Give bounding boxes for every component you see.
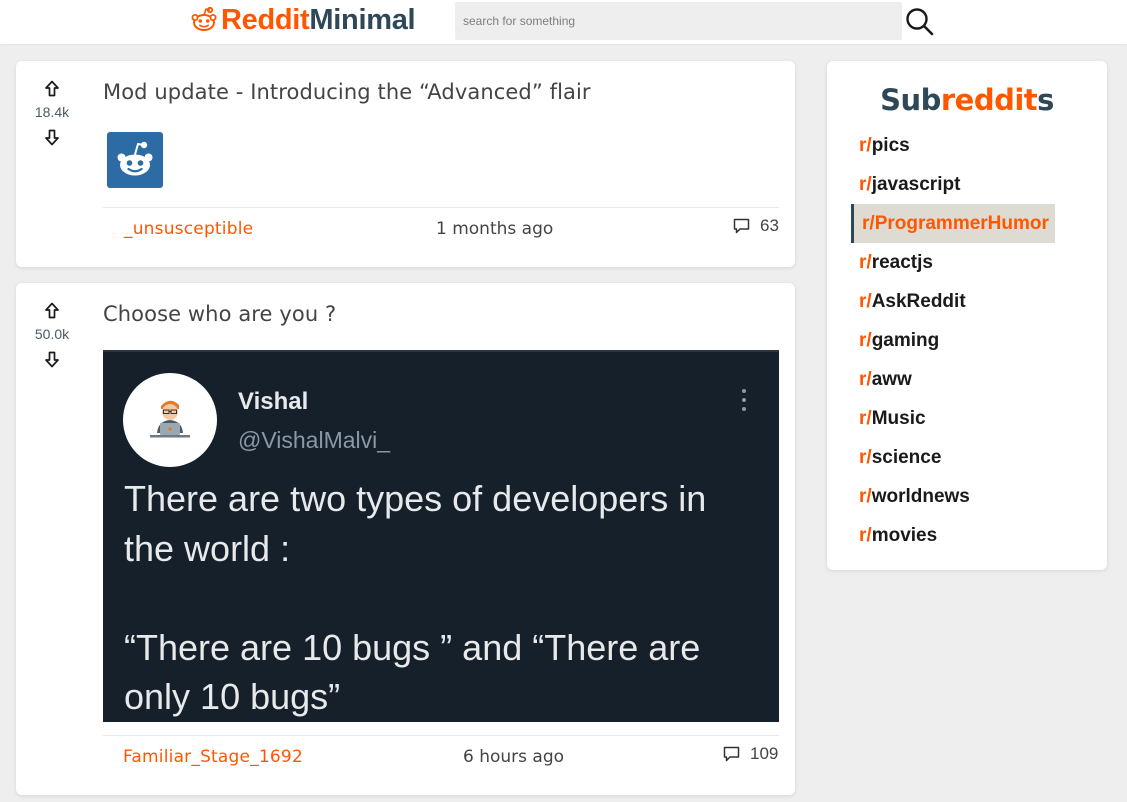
avatar [123,373,217,467]
subreddit-prefix: r/ [859,173,872,195]
subreddit-list: r/pics r/javascript r/ProgrammerHumor r/… [851,126,1055,555]
sidebar-title-part: reddit [940,83,1038,117]
tweet-line: the world : [124,527,291,569]
subreddit-name: worldnews [871,485,970,507]
post-thumbnail[interactable] [107,132,163,188]
post-divider [103,207,779,208]
subreddit-name: AskReddit [871,290,966,312]
arrow-down-icon [45,129,59,146]
post-title[interactable]: Mod update - Introducing the “Advanced” … [103,80,591,104]
subreddit-item-gaming[interactable]: r/gaming [859,321,1055,360]
sidebar-title-part: s [1037,83,1054,117]
subreddit-item-science[interactable]: r/science [859,438,1055,477]
comment-count: 63 [760,216,779,235]
post-title[interactable]: Choose who are you ? [103,302,336,326]
app-logo[interactable]: RedditMinimal [190,2,416,38]
reddit-alien-icon [117,141,153,176]
subreddit-name: ProgrammerHumor [874,212,1049,234]
subreddit-name: Music [871,407,926,429]
subreddit-prefix: r/ [859,446,872,468]
vote-count: 50.0k [34,326,70,342]
subreddit-name: gaming [871,329,940,351]
more-vertical-icon [740,389,748,417]
comments-button[interactable]: 63 [733,216,779,236]
post-author[interactable]: Familiar_Stage_1692 [123,747,303,767]
post-author[interactable]: _unsusceptible [124,219,253,239]
subreddit-item-askreddit[interactable]: r/AskReddit [859,282,1055,321]
post-time: 6 hours ago [463,747,565,767]
tweet-text: There are two types of developers in the… [124,474,764,722]
search-icon [906,8,934,36]
sidebar-title-part: Sub [880,83,941,117]
tweet-line: There are two types of developers in [124,478,707,519]
post-image[interactable]: Vishal @VishalMalvi_ There are two types… [103,350,779,722]
subreddit-item-movies[interactable]: r/movies [859,516,1055,555]
post-time: 1 months ago [436,219,554,239]
downvote-button[interactable] [41,126,63,148]
comment-count: 109 [750,744,779,763]
subreddit-item-javascript[interactable]: r/javascript [859,165,1055,204]
arrow-up-icon [45,80,59,97]
vote-count: 18.4k [34,104,70,120]
subreddit-item-aww[interactable]: r/aww [859,360,1055,399]
subreddit-item-music[interactable]: r/Music [859,399,1055,438]
upvote-button[interactable] [41,300,63,322]
subreddit-item-worldnews[interactable]: r/worldnews [859,477,1055,516]
arrow-up-icon [45,302,59,319]
subreddit-prefix: r/ [859,485,872,507]
post-divider [103,735,779,736]
comment-bubble-icon [733,218,750,234]
tweet-author-name: Vishal [238,388,309,415]
tweet-author-handle: @VishalMalvi_ [238,427,391,453]
comment-bubble-icon [723,746,740,762]
subreddit-prefix: r/ [859,134,872,156]
logo-part-reddit: Reddit [221,3,310,36]
post-card: 18.4k Mod update - Introducing the “Adva… [16,61,795,267]
subreddit-name: javascript [871,173,961,195]
comments-button[interactable]: 109 [723,744,778,764]
arrow-down-icon [45,351,59,368]
search-button[interactable] [902,4,936,38]
subreddit-prefix: r/ [859,368,872,390]
subreddit-name: movies [871,524,938,546]
developer-avatar-icon [150,400,190,438]
app-title: RedditMinimal [221,3,416,37]
subreddit-item-pics[interactable]: r/pics [859,126,1055,165]
subreddit-prefix: r/ [862,212,875,234]
subreddit-prefix: r/ [859,407,872,429]
subreddit-name: reactjs [871,251,933,273]
subreddit-prefix: r/ [859,524,872,546]
vote-column: 18.4k [16,78,88,148]
search-input[interactable] [455,2,902,40]
vote-column: 50.0k [16,300,88,370]
logo-part-minimal: Minimal [309,3,416,36]
subreddit-name: aww [871,368,912,390]
subreddit-prefix: r/ [859,290,872,312]
subreddit-item-reactjs[interactable]: r/reactjs [859,243,1055,282]
subreddit-prefix: r/ [859,329,872,351]
subreddit-name: pics [871,134,910,156]
subreddit-prefix: r/ [859,251,872,273]
downvote-button[interactable] [41,348,63,370]
subreddits-sidebar: Subreddits r/pics r/javascript r/Program… [827,61,1107,570]
tweet-line: “There are 10 bugs ” and “There are [124,626,701,668]
upvote-button[interactable] [41,78,63,100]
subreddit-name: science [871,446,942,468]
reddit-alien-icon [191,6,217,31]
app-header: RedditMinimal [0,0,1127,44]
post-card: 50.0k Choose who are you ? Vishal @Visha… [16,283,795,795]
subreddit-item-programmerhumor[interactable]: r/ProgrammerHumor [851,204,1055,243]
sidebar-title: Subreddits [827,83,1107,117]
tweet-line: only 10 bugs” [124,676,341,717]
